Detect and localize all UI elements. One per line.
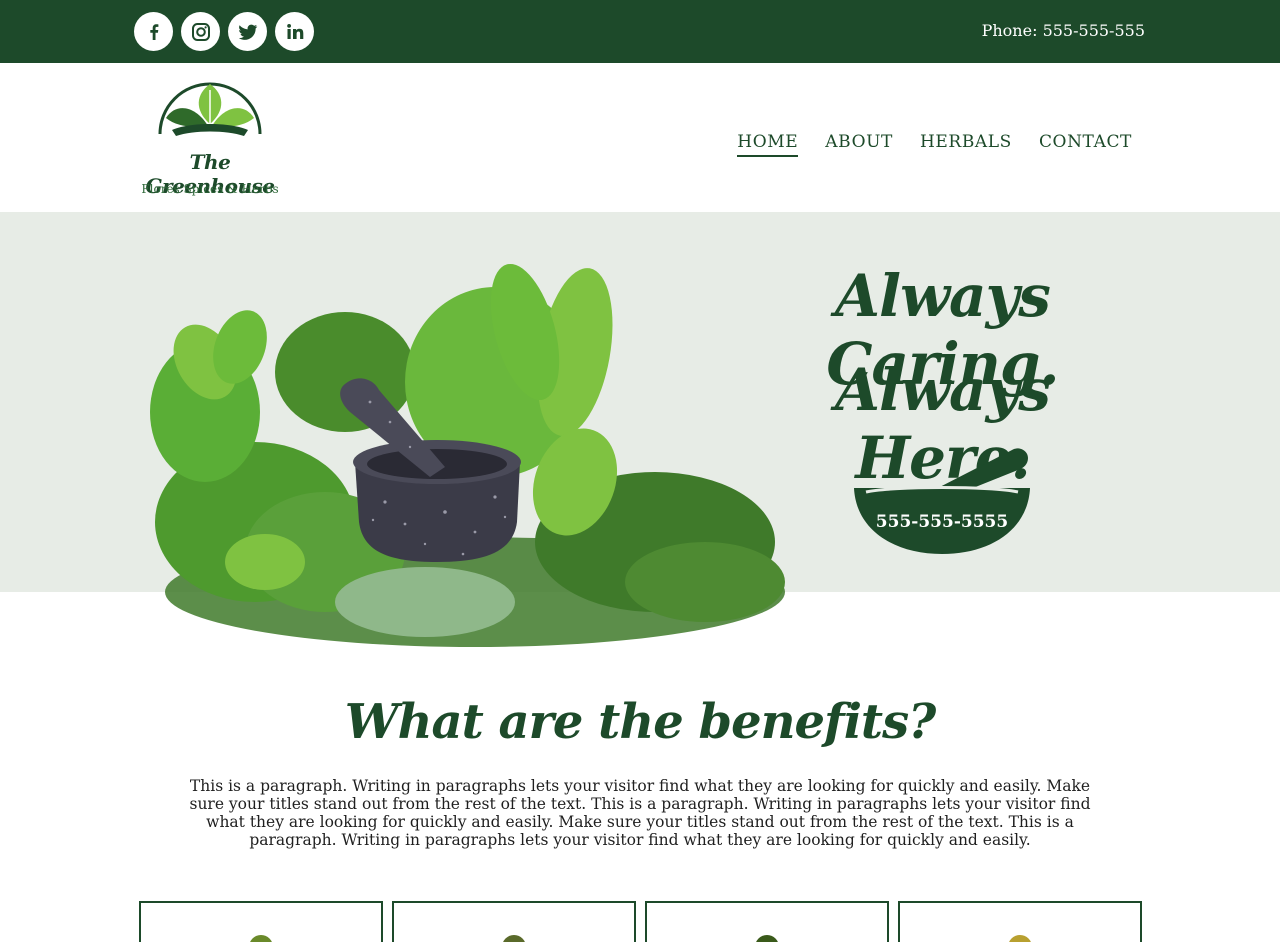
site-logo[interactable]: The Greenhouse Flores Spices & Herbs bbox=[134, 72, 286, 202]
herb-thumbnail bbox=[1008, 935, 1032, 942]
nav-item-contact[interactable]: CONTACT bbox=[1039, 132, 1132, 157]
header-phone: Phone: 555-555-555 bbox=[982, 21, 1145, 40]
herbal-card-3[interactable] bbox=[645, 901, 889, 942]
herb-thumbnail bbox=[755, 935, 779, 942]
main-nav: HOME ABOUT HERBALS CONTACT bbox=[737, 132, 1132, 157]
top-bar: Phone: 555-555-555 bbox=[0, 0, 1280, 63]
logo-subtitle: Flores Spices & Herbs bbox=[141, 182, 279, 196]
social-links bbox=[134, 12, 314, 51]
twitter-icon[interactable] bbox=[228, 12, 267, 51]
nav-item-about[interactable]: ABOUT bbox=[825, 132, 893, 157]
herbs-mortar-image bbox=[150, 263, 785, 647]
herbal-card-1[interactable] bbox=[139, 901, 383, 942]
site-header: The Greenhouse Flores Spices & Herbs HOM… bbox=[0, 63, 1280, 212]
linkedin-icon[interactable] bbox=[275, 12, 314, 51]
phone-number[interactable]: 555-555-555 bbox=[1043, 21, 1145, 40]
nav-item-home[interactable]: HOME bbox=[737, 132, 799, 157]
herb-thumbnail bbox=[249, 935, 273, 942]
phone-label: Phone: bbox=[981, 21, 1038, 40]
herb-thumbnail bbox=[502, 935, 526, 942]
herbal-cards bbox=[139, 901, 1142, 942]
facebook-icon[interactable] bbox=[134, 12, 173, 51]
herbal-card-4[interactable] bbox=[898, 901, 1142, 942]
leaf-logo-icon bbox=[158, 82, 262, 136]
hero-phone[interactable]: 555-555-5555 bbox=[852, 512, 1032, 532]
benefits-heading: What are the benefits? bbox=[344, 694, 937, 750]
benefits-paragraph: This is a paragraph. Writing in paragrap… bbox=[189, 777, 1091, 849]
nav-item-herbals[interactable]: HERBALS bbox=[920, 132, 1012, 157]
mortar-bowl-icon[interactable] bbox=[852, 444, 1032, 556]
herbal-card-2[interactable] bbox=[392, 901, 636, 942]
instagram-icon[interactable] bbox=[181, 12, 220, 51]
